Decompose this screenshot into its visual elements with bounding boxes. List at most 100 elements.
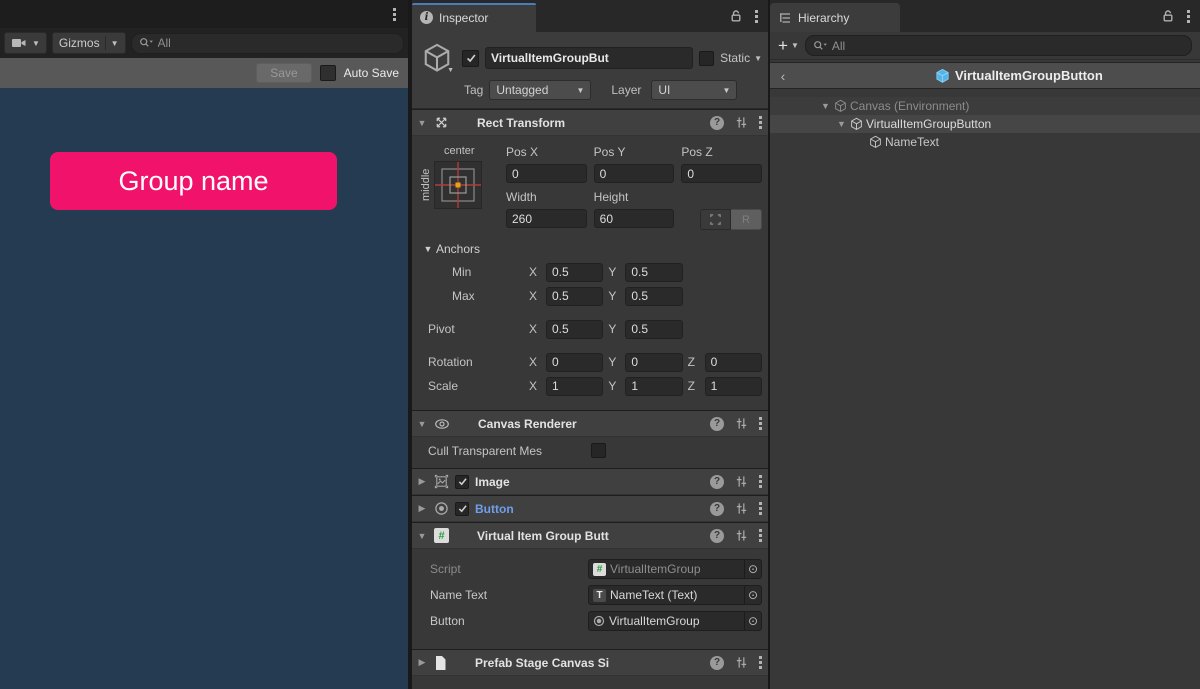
- component-menu-kebab-icon[interactable]: [759, 417, 762, 430]
- presets-icon[interactable]: [735, 116, 748, 129]
- script-object-field[interactable]: # VirtualItemGroup ⊙: [588, 559, 762, 579]
- width-input[interactable]: [506, 209, 587, 228]
- foldout-expanded-icon[interactable]: ▼: [836, 119, 847, 129]
- anchors-min-y-input[interactable]: [625, 263, 682, 282]
- layer-dropdown[interactable]: UI ▼: [651, 80, 737, 100]
- foldout-collapsed-icon[interactable]: ▶: [416, 503, 428, 514]
- tab-hierarchy[interactable]: Hierarchy: [770, 3, 900, 32]
- raw-edit-mode-button[interactable]: R: [731, 209, 762, 230]
- scene-view[interactable]: Group name: [0, 88, 408, 689]
- lock-icon[interactable]: [1161, 9, 1175, 23]
- pos-x-input[interactable]: [506, 164, 587, 183]
- pivot-y-input[interactable]: [625, 320, 682, 339]
- foldout-collapsed-icon[interactable]: ▶: [416, 657, 428, 668]
- height-input[interactable]: [594, 209, 675, 228]
- presets-icon[interactable]: [735, 475, 748, 488]
- pos-z-input[interactable]: [681, 164, 762, 183]
- tree-row-canvas-environment[interactable]: ▼ Canvas (Environment): [770, 97, 1200, 115]
- object-picker-icon[interactable]: ⊙: [744, 612, 761, 630]
- scale-x-input[interactable]: [546, 377, 603, 396]
- gameobject-header: ▼ Static ▼ Tag Untagged ▼ Layer: [412, 32, 768, 109]
- anchors-min-x-input[interactable]: [546, 263, 603, 282]
- help-icon[interactable]: ?: [710, 417, 724, 431]
- anchors-max-x-input[interactable]: [546, 287, 603, 306]
- tree-row-virtual-item-group-button[interactable]: ▼ VirtualItemGroupButton: [770, 115, 1200, 133]
- help-icon[interactable]: ?: [710, 656, 724, 670]
- hierarchy-menu-kebab-icon[interactable]: [1187, 10, 1190, 23]
- prefab-root-header[interactable]: VirtualItemGroupButton: [935, 68, 1103, 84]
- anchor-preset-button[interactable]: [434, 161, 482, 209]
- foldout-expanded-icon[interactable]: ▼: [416, 531, 428, 541]
- foldout-expanded-icon[interactable]: ▼: [416, 419, 428, 429]
- component-menu-kebab-icon[interactable]: [759, 656, 762, 669]
- scale-z-input[interactable]: [705, 377, 762, 396]
- cull-transparent-mesh-checkbox[interactable]: [591, 443, 606, 458]
- canvas-renderer-header[interactable]: ▼ Canvas Renderer ?: [412, 410, 768, 437]
- static-dropdown[interactable]: Static ▼: [720, 51, 762, 65]
- scene-menu-kebab-icon[interactable]: [393, 8, 396, 21]
- help-icon[interactable]: ?: [710, 529, 724, 543]
- foldout-expanded-icon[interactable]: ▼: [416, 118, 428, 128]
- camera-dropdown-button[interactable]: ▼: [4, 32, 47, 54]
- scale-y-input[interactable]: [625, 377, 682, 396]
- help-icon[interactable]: ?: [710, 475, 724, 489]
- max-label: Max: [428, 289, 524, 303]
- pos-y-input[interactable]: [594, 164, 675, 183]
- help-icon[interactable]: ?: [710, 502, 724, 516]
- back-chevron-icon[interactable]: ‹: [770, 68, 796, 84]
- create-object-button[interactable]: + ▼: [778, 37, 799, 54]
- gameobject-active-checkbox[interactable]: [462, 50, 479, 67]
- height-label: Height: [594, 190, 675, 206]
- script-icon: #: [593, 563, 606, 576]
- static-checkbox[interactable]: [699, 51, 714, 66]
- image-component-header[interactable]: ▶ Image ?: [412, 468, 768, 495]
- component-menu-kebab-icon[interactable]: [759, 529, 762, 542]
- rotation-y-input[interactable]: [625, 353, 682, 372]
- anchors-max-y-input[interactable]: [625, 287, 682, 306]
- blueprint-mode-button[interactable]: [700, 209, 731, 230]
- button-object-field[interactable]: VirtualItemGroup ⊙: [588, 611, 762, 631]
- scene-search-field[interactable]: [131, 33, 404, 54]
- rect-transform-header[interactable]: ▼ Rect Transform ?: [412, 109, 768, 136]
- component-menu-kebab-icon[interactable]: [759, 502, 762, 515]
- presets-icon[interactable]: [735, 417, 748, 430]
- gizmos-dropdown-button[interactable]: Gizmos ▼: [52, 32, 126, 54]
- chevron-down-icon: ▼: [32, 39, 40, 48]
- image-enabled-checkbox[interactable]: [455, 475, 469, 489]
- inspector-menu-kebab-icon[interactable]: [755, 10, 758, 23]
- foldout-collapsed-icon[interactable]: ▶: [416, 476, 428, 487]
- presets-icon[interactable]: [735, 502, 748, 515]
- prefab-stage-canvas-header[interactable]: ▶ Prefab Stage Canvas Si ?: [412, 649, 768, 676]
- scale-label: Scale: [428, 379, 524, 393]
- tab-inspector[interactable]: i Inspector: [412, 3, 536, 32]
- foldout-expanded-icon[interactable]: ▼: [820, 101, 831, 111]
- presets-icon[interactable]: [735, 529, 748, 542]
- hierarchy-search-input[interactable]: [832, 39, 1184, 53]
- help-icon[interactable]: ?: [710, 116, 724, 130]
- button-enabled-checkbox[interactable]: [455, 502, 469, 516]
- tag-dropdown[interactable]: Untagged ▼: [489, 80, 591, 100]
- scene-search-input[interactable]: [158, 36, 396, 50]
- presets-icon[interactable]: [735, 656, 748, 669]
- pivot-x-input[interactable]: [546, 320, 603, 339]
- component-menu-kebab-icon[interactable]: [759, 475, 762, 488]
- hierarchy-search-field[interactable]: [805, 35, 1192, 56]
- rotation-label: Rotation: [428, 355, 524, 369]
- name-text-object-field[interactable]: T NameText (Text) ⊙: [588, 585, 762, 605]
- object-picker-icon[interactable]: ⊙: [744, 560, 761, 578]
- button-component-header[interactable]: ▶ Button ?: [412, 495, 768, 522]
- rotation-x-input[interactable]: [546, 353, 603, 372]
- gameobject-name-input[interactable]: [485, 47, 693, 69]
- save-button[interactable]: Save: [256, 63, 311, 83]
- group-name-button[interactable]: Group name: [50, 152, 337, 210]
- auto-save-checkbox[interactable]: [320, 65, 336, 81]
- tree-row-nametext[interactable]: NameText: [770, 133, 1200, 151]
- anchors-foldout[interactable]: ▼ Anchors: [420, 238, 762, 260]
- rotation-z-input[interactable]: [705, 353, 762, 372]
- object-picker-icon[interactable]: ⊙: [744, 586, 761, 604]
- name-text-label: Name Text: [430, 588, 588, 602]
- lock-icon[interactable]: [729, 9, 743, 23]
- component-menu-kebab-icon[interactable]: [759, 116, 762, 129]
- gameobject-icon-button[interactable]: ▼: [418, 39, 456, 77]
- virtual-item-group-button-header[interactable]: ▼ # Virtual Item Group Butt ?: [412, 522, 768, 549]
